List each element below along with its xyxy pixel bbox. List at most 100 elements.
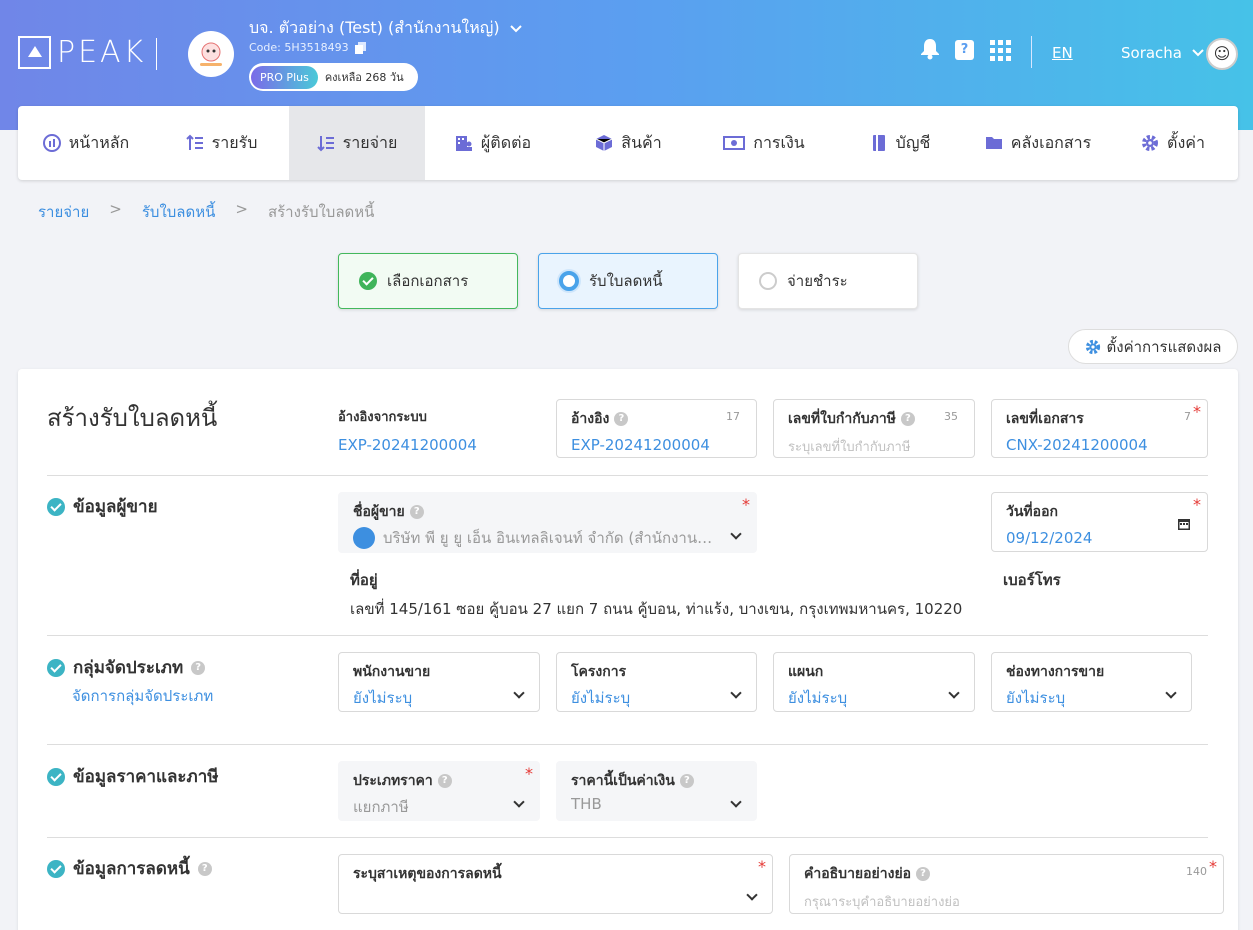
description-input[interactable]: กรุณาระบุคำอธิบายอย่างย่อ <box>804 891 1209 912</box>
char-count: 7 <box>1184 410 1191 423</box>
phone-label: เบอร์โทร <box>1003 571 1061 589</box>
main-nav: หน้าหลัก รายรับ รายจ่าย ผู้ติดต่อ สินค้า… <box>18 106 1238 180</box>
section-title-text: กลุ่มจัดประเภท <box>73 658 184 678</box>
step-label: เลือกเอกสาร <box>387 272 469 290</box>
issue-date-field[interactable]: วันที่ออก * 09/12/2024 <box>991 492 1208 552</box>
company-code: Code: 5H3518493 <box>249 41 366 54</box>
help-book-icon[interactable]: ? <box>955 40 974 60</box>
salesperson-select[interactable]: พนักงานขาย ยังไม่ระบุ <box>338 652 540 712</box>
nav-label: สินค้า <box>621 132 662 152</box>
field-label: คำอธิบายอย่างย่อ <box>804 866 912 882</box>
field-label: พนักงานขาย <box>353 664 431 680</box>
nav-item-home[interactable]: หน้าหลัก <box>18 106 154 180</box>
vendor-value: บริษัท พี ยู ยู เอ็น อินเทลลิเจนท์ จำกัด… <box>383 529 718 547</box>
nav-item-finance[interactable]: การเงิน <box>696 106 832 180</box>
nav-label: บัญชี <box>895 132 931 152</box>
field-label: ระบุสาเหตุของการลดหนี้ <box>353 866 502 882</box>
project-select[interactable]: โครงการ ยังไม่ระบุ <box>556 652 757 712</box>
copy-icon[interactable] <box>354 41 366 54</box>
display-settings-button[interactable]: ตั้งค่าการแสดงผล <box>1068 329 1238 364</box>
section-title-text: ข้อมูลการลดหนี้ <box>73 859 190 879</box>
description-field[interactable]: คำอธิบายอย่างย่อ? 140 * กรุณาระบุคำอธิบา… <box>789 854 1224 914</box>
nav-item-expense[interactable]: รายจ่าย <box>289 106 425 180</box>
step-select-document[interactable]: เลือกเอกสาร <box>338 253 518 309</box>
product-box-icon <box>596 135 613 151</box>
required-mark: * <box>1193 402 1201 421</box>
sales-channel-select[interactable]: ช่องทางการขาย ยังไม่ระบุ <box>991 652 1192 712</box>
radio-empty-icon <box>759 272 777 290</box>
issue-date-input[interactable]: 09/12/2024 <box>1006 529 1193 547</box>
nav-item-documents[interactable]: คลังเอกสาร <box>968 106 1108 180</box>
step-receive-credit-note[interactable]: รับใบลดหนี้ <box>538 253 718 309</box>
question-icon: ? <box>614 412 629 426</box>
nav-label: รายรับ <box>211 132 258 152</box>
apps-grid-icon[interactable] <box>990 40 1011 61</box>
section-divider <box>47 744 1208 745</box>
breadcrumb-expense[interactable]: รายจ่าย <box>38 200 89 224</box>
doc-number-input[interactable]: CNX-20241200004 <box>1006 436 1193 454</box>
chevron-down-icon <box>746 889 758 901</box>
language-switch[interactable]: EN <box>1052 44 1073 62</box>
nav-item-income[interactable]: รายรับ <box>154 106 289 180</box>
gear-icon <box>1085 339 1100 354</box>
step-label: รับใบลดหนี้ <box>589 272 663 290</box>
folder-icon <box>985 137 1002 149</box>
plan-days-remaining: คงเหลือ 268 วัน <box>324 71 404 84</box>
required-mark: * <box>758 857 766 876</box>
nav-item-contacts[interactable]: ผู้ติดต่อ <box>425 106 561 180</box>
section-title-text: ข้อมูลราคาและภาษี <box>73 767 219 787</box>
nav-label: คลังเอกสาร <box>1010 132 1092 152</box>
field-label: ช่องทางการขาย <box>1006 664 1105 680</box>
money-icon <box>723 136 746 150</box>
company-name: บจ. ตัวอย่าง (Test) (สำนักงานใหญ่) <box>249 18 500 37</box>
field-label: แผนก <box>788 664 824 680</box>
reference-field[interactable]: อ้างอิง? 17 EXP-20241200004 <box>556 399 757 458</box>
bell-icon[interactable] <box>920 38 940 60</box>
tax-invoice-input[interactable]: ระบุเลขที่ใบกำกับภาษี <box>788 436 960 457</box>
user-menu[interactable]: Soracha <box>1121 44 1204 62</box>
plan-pill[interactable]: PRO Plus คงเหลือ 268 วัน <box>249 63 418 91</box>
price-type-select[interactable]: ประเภทราคา? * แยกภาษี <box>338 761 540 821</box>
nav-label: ผู้ติดต่อ <box>480 132 532 152</box>
nav-item-settings[interactable]: ตั้งค่า <box>1108 106 1238 180</box>
manage-groups-link[interactable]: จัดการกลุ่มจัดประเภท <box>72 684 213 708</box>
question-icon: ? <box>900 412 915 426</box>
peak-logo[interactable]: PEAK <box>18 36 146 69</box>
required-mark: * <box>1193 495 1201 514</box>
credit-reason-select[interactable]: ระบุสาเหตุของการลดหนี้ * <box>338 854 773 914</box>
doc-number-field[interactable]: เลขที่เอกสาร 7 * CNX-20241200004 <box>991 399 1208 458</box>
required-mark: * <box>1209 857 1217 876</box>
tax-invoice-field[interactable]: เลขที่ใบกำกับภาษี? 35 ระบุเลขที่ใบกำกับภ… <box>773 399 975 458</box>
nav-item-accounting[interactable]: บัญชี <box>832 106 968 180</box>
field-label: ราคานี้เป็นค่าเงิน <box>571 773 675 789</box>
user-avatar[interactable]: ☺ <box>1206 38 1238 70</box>
breadcrumb-current: สร้างรับใบลดหนี้ <box>267 203 375 221</box>
company-switcher[interactable]: บจ. ตัวอย่าง (Test) (สำนักงานใหญ่) <box>249 16 522 41</box>
income-icon <box>185 134 203 150</box>
required-mark: * <box>525 764 533 783</box>
breadcrumb-credit-note[interactable]: รับใบลดหนี้ <box>142 200 216 224</box>
reference-input[interactable]: EXP-20241200004 <box>571 436 742 454</box>
check-circle-icon <box>47 859 65 878</box>
vendor-logo-icon <box>353 527 375 549</box>
field-label: อ้างอิง <box>571 411 610 427</box>
char-count: 140 <box>1186 865 1207 878</box>
gear-icon <box>1142 135 1159 151</box>
system-ref-label: อ้างอิงจากระบบ <box>338 410 427 425</box>
nav-label: ตั้งค่า <box>1167 132 1205 152</box>
group-section-title: กลุ่มจัดประเภท ? <box>47 654 206 681</box>
plan-badge: PRO Plus <box>251 65 318 89</box>
question-icon: ? <box>437 774 452 788</box>
currency-select[interactable]: ราคานี้เป็นค่าเงิน? THB <box>556 761 757 821</box>
char-count: 17 <box>726 410 740 423</box>
system-ref-value[interactable]: EXP-20241200004 <box>338 436 477 454</box>
calendar-icon[interactable] <box>1178 517 1190 530</box>
vendor-select[interactable]: ชื่อผู้ขาย? * บริษัท พี ยู ยู เอ็น อินเท… <box>338 492 757 553</box>
field-label: โครงการ <box>571 664 627 680</box>
select-value: THB <box>571 795 602 813</box>
company-avatar[interactable] <box>188 31 234 77</box>
step-payment[interactable]: จ่ายชำระ <box>738 253 918 309</box>
department-select[interactable]: แผนก ยังไม่ระบุ <box>773 652 975 712</box>
nav-item-products[interactable]: สินค้า <box>561 106 696 180</box>
required-mark: * <box>742 495 750 514</box>
